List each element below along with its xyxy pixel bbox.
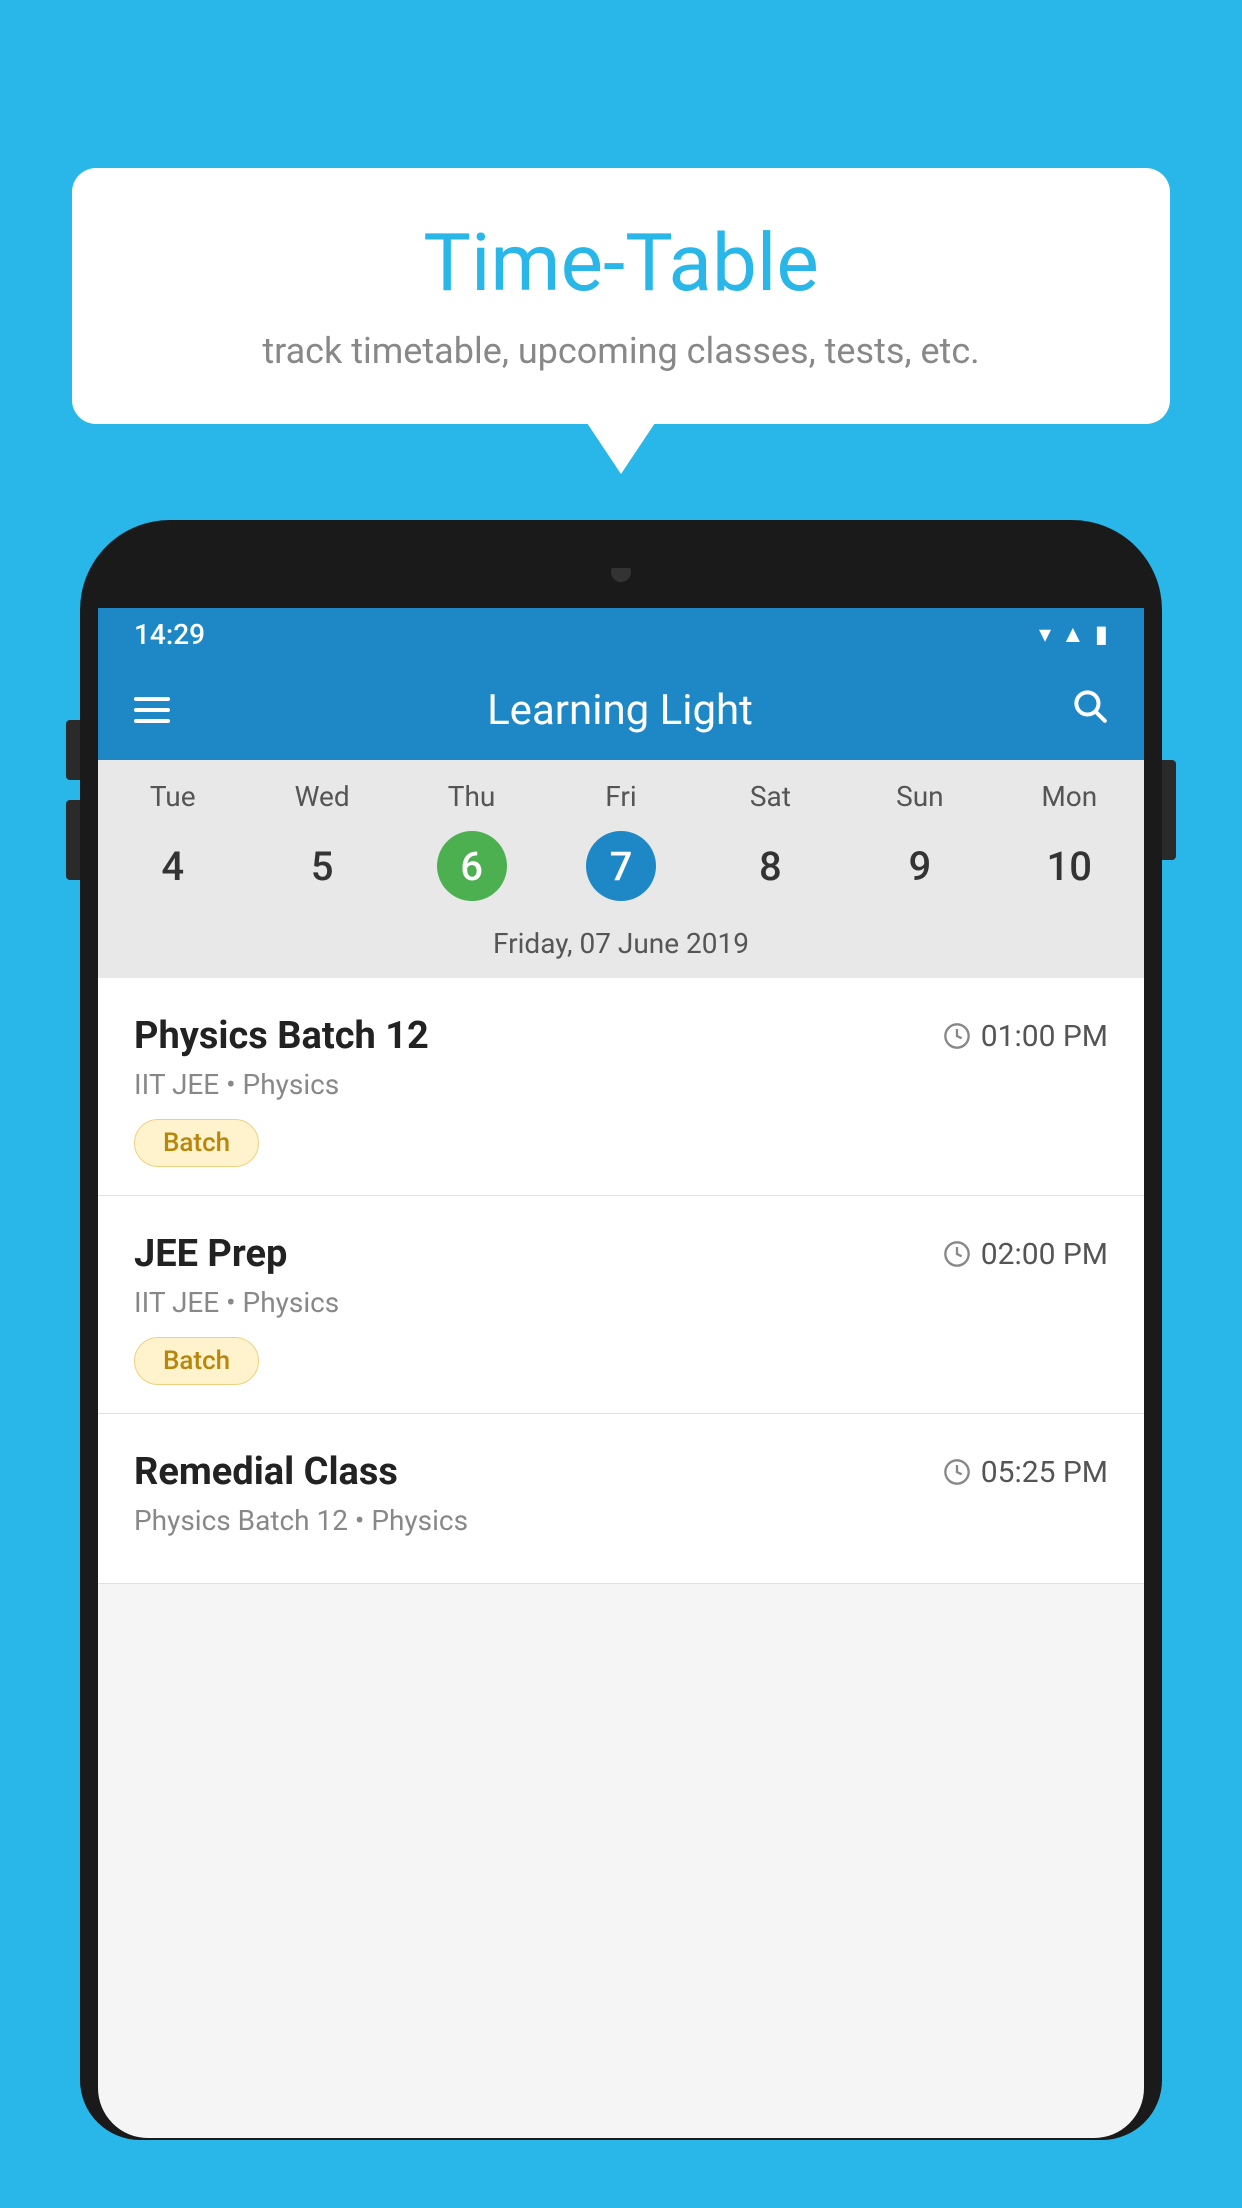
notch [581, 538, 661, 568]
class-name-1: Physics Batch 12 [134, 1014, 429, 1058]
search-icon[interactable] [1070, 686, 1108, 734]
class-subject-3: Physics Batch 12 • Physics [134, 1504, 1108, 1537]
class-name-2: JEE Prep [134, 1232, 287, 1276]
speech-bubble: Time-Table track timetable, upcoming cla… [72, 168, 1170, 424]
clock-icon-1 [943, 1022, 971, 1050]
class-subject-1: IIT JEE • Physics [134, 1068, 1108, 1101]
day-label-thu: Thu [397, 780, 546, 813]
class-item-header-3: Remedial Class 05:25 PM [134, 1450, 1108, 1494]
signal-icon: ▲ [1061, 620, 1085, 649]
app-bar: Learning Light [98, 660, 1144, 760]
status-bar: 14:29 ▾ ▲ ▮ [98, 608, 1144, 660]
clock-icon-3 [943, 1458, 971, 1486]
status-time: 14:29 [134, 618, 205, 651]
class-item-header-2: JEE Prep 02:00 PM [134, 1232, 1108, 1276]
batch-badge-1: Batch [134, 1119, 259, 1167]
day-label-sun: Sun [845, 780, 994, 813]
clock-icon-2 [943, 1240, 971, 1268]
volume-up-button[interactable] [66, 720, 80, 780]
day-labels: Tue Wed Thu Fri Sat Sun Mon [98, 780, 1144, 823]
date-8[interactable]: 8 [696, 831, 845, 901]
day-label-mon: Mon [995, 780, 1144, 813]
date-6-today[interactable]: 6 [437, 831, 507, 901]
class-item-physics-batch-12[interactable]: Physics Batch 12 01:00 PM IIT JEE • Phys… [98, 978, 1144, 1196]
bubble-title: Time-Table [120, 216, 1122, 310]
day-numbers: 4 5 6 7 8 9 10 [98, 823, 1144, 917]
wifi-icon: ▾ [1039, 620, 1051, 648]
phone-frame: 14:29 ▾ ▲ ▮ Learning Light [80, 520, 1162, 2208]
batch-badge-2: Batch [134, 1337, 259, 1385]
day-label-tue: Tue [98, 780, 247, 813]
volume-down-button[interactable] [66, 800, 80, 880]
phone-outer: 14:29 ▾ ▲ ▮ Learning Light [80, 520, 1162, 2140]
class-item-remedial[interactable]: Remedial Class 05:25 PM Physics Batch 12… [98, 1414, 1144, 1584]
app-title: Learning Light [202, 686, 1038, 735]
day-label-wed: Wed [247, 780, 396, 813]
calendar-header: Tue Wed Thu Fri Sat Sun Mon 4 5 6 7 8 9 … [98, 760, 1144, 978]
day-label-sat: Sat [696, 780, 845, 813]
class-name-3: Remedial Class [134, 1450, 398, 1494]
class-time-2: 02:00 PM [943, 1237, 1108, 1272]
class-item-jee-prep[interactable]: JEE Prep 02:00 PM IIT JEE • Physics Batc… [98, 1196, 1144, 1414]
date-10[interactable]: 10 [995, 831, 1144, 901]
power-button[interactable] [1162, 760, 1176, 860]
class-item-header-1: Physics Batch 12 01:00 PM [134, 1014, 1108, 1058]
class-time-1: 01:00 PM [943, 1019, 1108, 1054]
phone-screen: 14:29 ▾ ▲ ▮ Learning Light [98, 608, 1144, 2138]
day-label-fri: Fri [546, 780, 695, 813]
phone-top-bar [98, 538, 1144, 608]
classes-list: Physics Batch 12 01:00 PM IIT JEE • Phys… [98, 978, 1144, 1584]
selected-date-label: Friday, 07 June 2019 [98, 917, 1144, 978]
bubble-subtitle: track timetable, upcoming classes, tests… [120, 330, 1122, 372]
class-time-3: 05:25 PM [943, 1455, 1108, 1490]
battery-icon: ▮ [1095, 620, 1108, 648]
date-9[interactable]: 9 [845, 831, 994, 901]
status-icons: ▾ ▲ ▮ [1039, 620, 1108, 649]
date-4[interactable]: 4 [98, 831, 247, 901]
hamburger-icon[interactable] [134, 697, 170, 723]
date-7-selected[interactable]: 7 [586, 831, 656, 901]
class-subject-2: IIT JEE • Physics [134, 1286, 1108, 1319]
date-5[interactable]: 5 [247, 831, 396, 901]
